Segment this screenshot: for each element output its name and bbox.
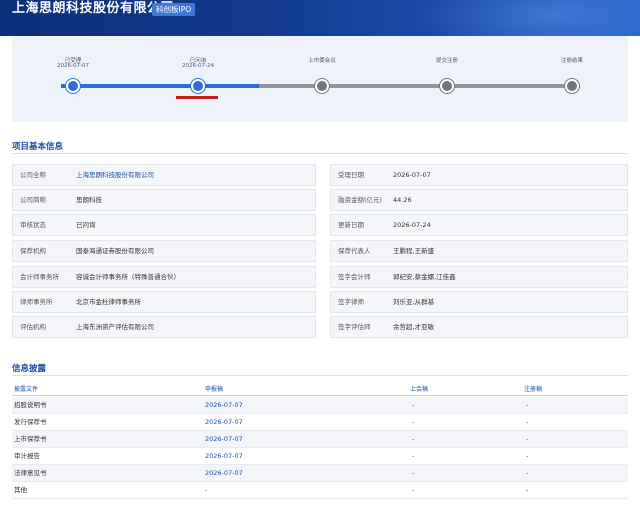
step-2-date: 2026-07-24 bbox=[182, 63, 214, 69]
info-label: 律师事务所 bbox=[20, 298, 53, 306]
table-row: 审计报告 2026-07-07 - - bbox=[12, 448, 628, 465]
info-label: 会计师事务所 bbox=[20, 273, 59, 281]
meeting-version: - bbox=[412, 469, 415, 477]
info-value: 上海东洲资产评估有限公司 bbox=[76, 323, 154, 331]
step-1-dot[interactable] bbox=[66, 79, 80, 93]
step-3-label: 上市委会议 bbox=[308, 58, 336, 64]
table-row: 招股说明书 2026-07-07 - - bbox=[12, 397, 628, 414]
document-name: 法律意见书 bbox=[14, 469, 47, 477]
company-name-link[interactable]: 上海思朗科技股份有限公司 bbox=[76, 165, 154, 185]
info-label: 公司简称 bbox=[20, 196, 46, 204]
step-3-dot[interactable] bbox=[315, 79, 329, 93]
info-label: 保荐机构 bbox=[20, 247, 46, 255]
info-row-review-status: 审核状态 已问询 bbox=[12, 214, 316, 236]
meeting-version: - bbox=[412, 418, 415, 426]
info-row-short-name: 公司简称 思朗科技 bbox=[12, 189, 316, 211]
info-value: 郭纪安,蔡金嫘,江佳鑫 bbox=[393, 273, 456, 281]
registration-version: - bbox=[526, 418, 529, 426]
table-row: 法律意见书 2026-07-07 - - bbox=[12, 465, 628, 482]
document-name: 招股说明书 bbox=[14, 401, 47, 409]
step-1-date: 2026-07-07 bbox=[57, 63, 89, 69]
registration-version: - bbox=[526, 435, 529, 443]
step-5-dot[interactable] bbox=[565, 79, 579, 93]
info-row-financing-amount: 融资金额(亿元) 44.26 bbox=[330, 189, 628, 211]
meeting-version: - bbox=[412, 486, 415, 494]
registration-version: - bbox=[526, 401, 529, 409]
info-row-accounting-firm: 会计师事务所 容诚会计师事务所（特殊普通合伙） bbox=[12, 266, 316, 288]
info-value: 容诚会计师事务所（特殊普通合伙） bbox=[76, 273, 180, 281]
document-name: 上市保荐书 bbox=[14, 435, 47, 443]
info-value: 余哲超,才亚敏 bbox=[393, 323, 435, 331]
info-row-sponsor: 保荐机构 国泰海通证券股份有限公司 bbox=[12, 240, 316, 262]
registration-version: - bbox=[526, 486, 529, 494]
page-header: 上海思朗科技股份有限公司 科创板IPO bbox=[0, 0, 640, 36]
filing-date-link[interactable]: 2026-07-07 bbox=[205, 414, 243, 431]
info-row-accept-date: 受理日期 2026-07-07 bbox=[330, 164, 628, 186]
info-value: 已问询 bbox=[76, 221, 96, 229]
info-label: 更新日期 bbox=[338, 221, 364, 229]
project-info-title: 项目基本信息 bbox=[12, 142, 64, 152]
project-info-divider bbox=[12, 153, 628, 154]
info-label: 签字会计师 bbox=[338, 273, 371, 281]
progress-track-completed bbox=[61, 84, 259, 88]
info-row-company-name: 公司全称 上海思朗科技股份有限公司 bbox=[12, 164, 316, 186]
disclosure-title: 信息披露 bbox=[12, 364, 47, 374]
board-tag: 科创板IPO bbox=[152, 3, 196, 16]
info-label: 审核状态 bbox=[20, 221, 46, 229]
info-label: 受理日期 bbox=[338, 171, 364, 179]
filing-date-link[interactable]: 2026-07-07 bbox=[205, 397, 243, 414]
info-label: 融资金额(亿元) bbox=[338, 196, 383, 204]
filing-date-link[interactable]: 2026-07-07 bbox=[205, 465, 243, 482]
info-value: 2026-07-24 bbox=[393, 221, 431, 229]
info-row-signing-accountants: 签字会计师 郭纪安,蔡金嫘,江佳鑫 bbox=[330, 266, 628, 288]
disclosure-table-header: 披露文件 申报稿 上会稿 注册稿 bbox=[12, 382, 628, 396]
info-label: 评估机构 bbox=[20, 323, 46, 331]
company-title: 上海思朗科技股份有限公司 bbox=[12, 1, 175, 16]
filing-version: - bbox=[205, 486, 208, 494]
info-row-signing-lawyers: 签字律师 刘乐亚,从群基 bbox=[330, 291, 628, 313]
document-name: 发行保荐书 bbox=[14, 418, 47, 426]
registration-version: - bbox=[526, 469, 529, 477]
disclosure-divider bbox=[12, 375, 628, 376]
info-label: 签字评估师 bbox=[338, 323, 371, 331]
table-row: 其他 - - - bbox=[12, 482, 628, 499]
step-5-label: 注册结果 bbox=[560, 58, 583, 64]
meeting-version: - bbox=[412, 401, 415, 409]
step-2-dot[interactable] bbox=[191, 79, 205, 93]
info-value: 2026-07-07 bbox=[393, 171, 431, 179]
step-4-dot[interactable] bbox=[440, 79, 454, 93]
info-value: 44.26 bbox=[393, 196, 412, 204]
meeting-version: - bbox=[412, 435, 415, 443]
info-value: 王鹏程,王新盛 bbox=[393, 247, 435, 255]
document-name: 其他 bbox=[14, 486, 27, 494]
info-value: 刘乐亚,从群基 bbox=[393, 298, 435, 306]
info-value: 国泰海通证券股份有限公司 bbox=[76, 247, 154, 255]
info-label: 保荐代表人 bbox=[338, 247, 371, 255]
info-value: 思朗科技 bbox=[76, 196, 102, 204]
info-label: 公司全称 bbox=[20, 171, 46, 179]
meeting-version: - bbox=[412, 452, 415, 460]
info-value: 北京市金杜律师事务所 bbox=[76, 298, 141, 306]
filing-date-link[interactable]: 2026-07-07 bbox=[205, 448, 243, 465]
info-row-sponsor-reps: 保荐代表人 王鹏程,王新盛 bbox=[330, 240, 628, 262]
step-4-label: 提交注册 bbox=[435, 58, 458, 64]
column-header-meeting: 上会稿 bbox=[410, 386, 429, 393]
registration-version: - bbox=[526, 452, 529, 460]
info-label: 签字律师 bbox=[338, 298, 364, 306]
current-step-underline bbox=[176, 96, 218, 99]
column-header-filing: 申报稿 bbox=[205, 386, 224, 393]
info-row-appraisal-firm: 评估机构 上海东洲资产评估有限公司 bbox=[12, 316, 316, 338]
column-header-registration: 注册稿 bbox=[524, 386, 543, 393]
info-row-update-date: 更新日期 2026-07-24 bbox=[330, 214, 628, 236]
info-row-law-firm: 律师事务所 北京市金杜律师事务所 bbox=[12, 291, 316, 313]
table-row: 上市保荐书 2026-07-07 - - bbox=[12, 431, 628, 448]
document-name: 审计报告 bbox=[14, 452, 40, 460]
info-row-signing-appraisers: 签字评估师 余哲超,才亚敏 bbox=[330, 316, 628, 338]
filing-date-link[interactable]: 2026-07-07 bbox=[205, 431, 243, 448]
table-row: 发行保荐书 2026-07-07 - - bbox=[12, 414, 628, 431]
column-header-document: 披露文件 bbox=[14, 386, 39, 393]
